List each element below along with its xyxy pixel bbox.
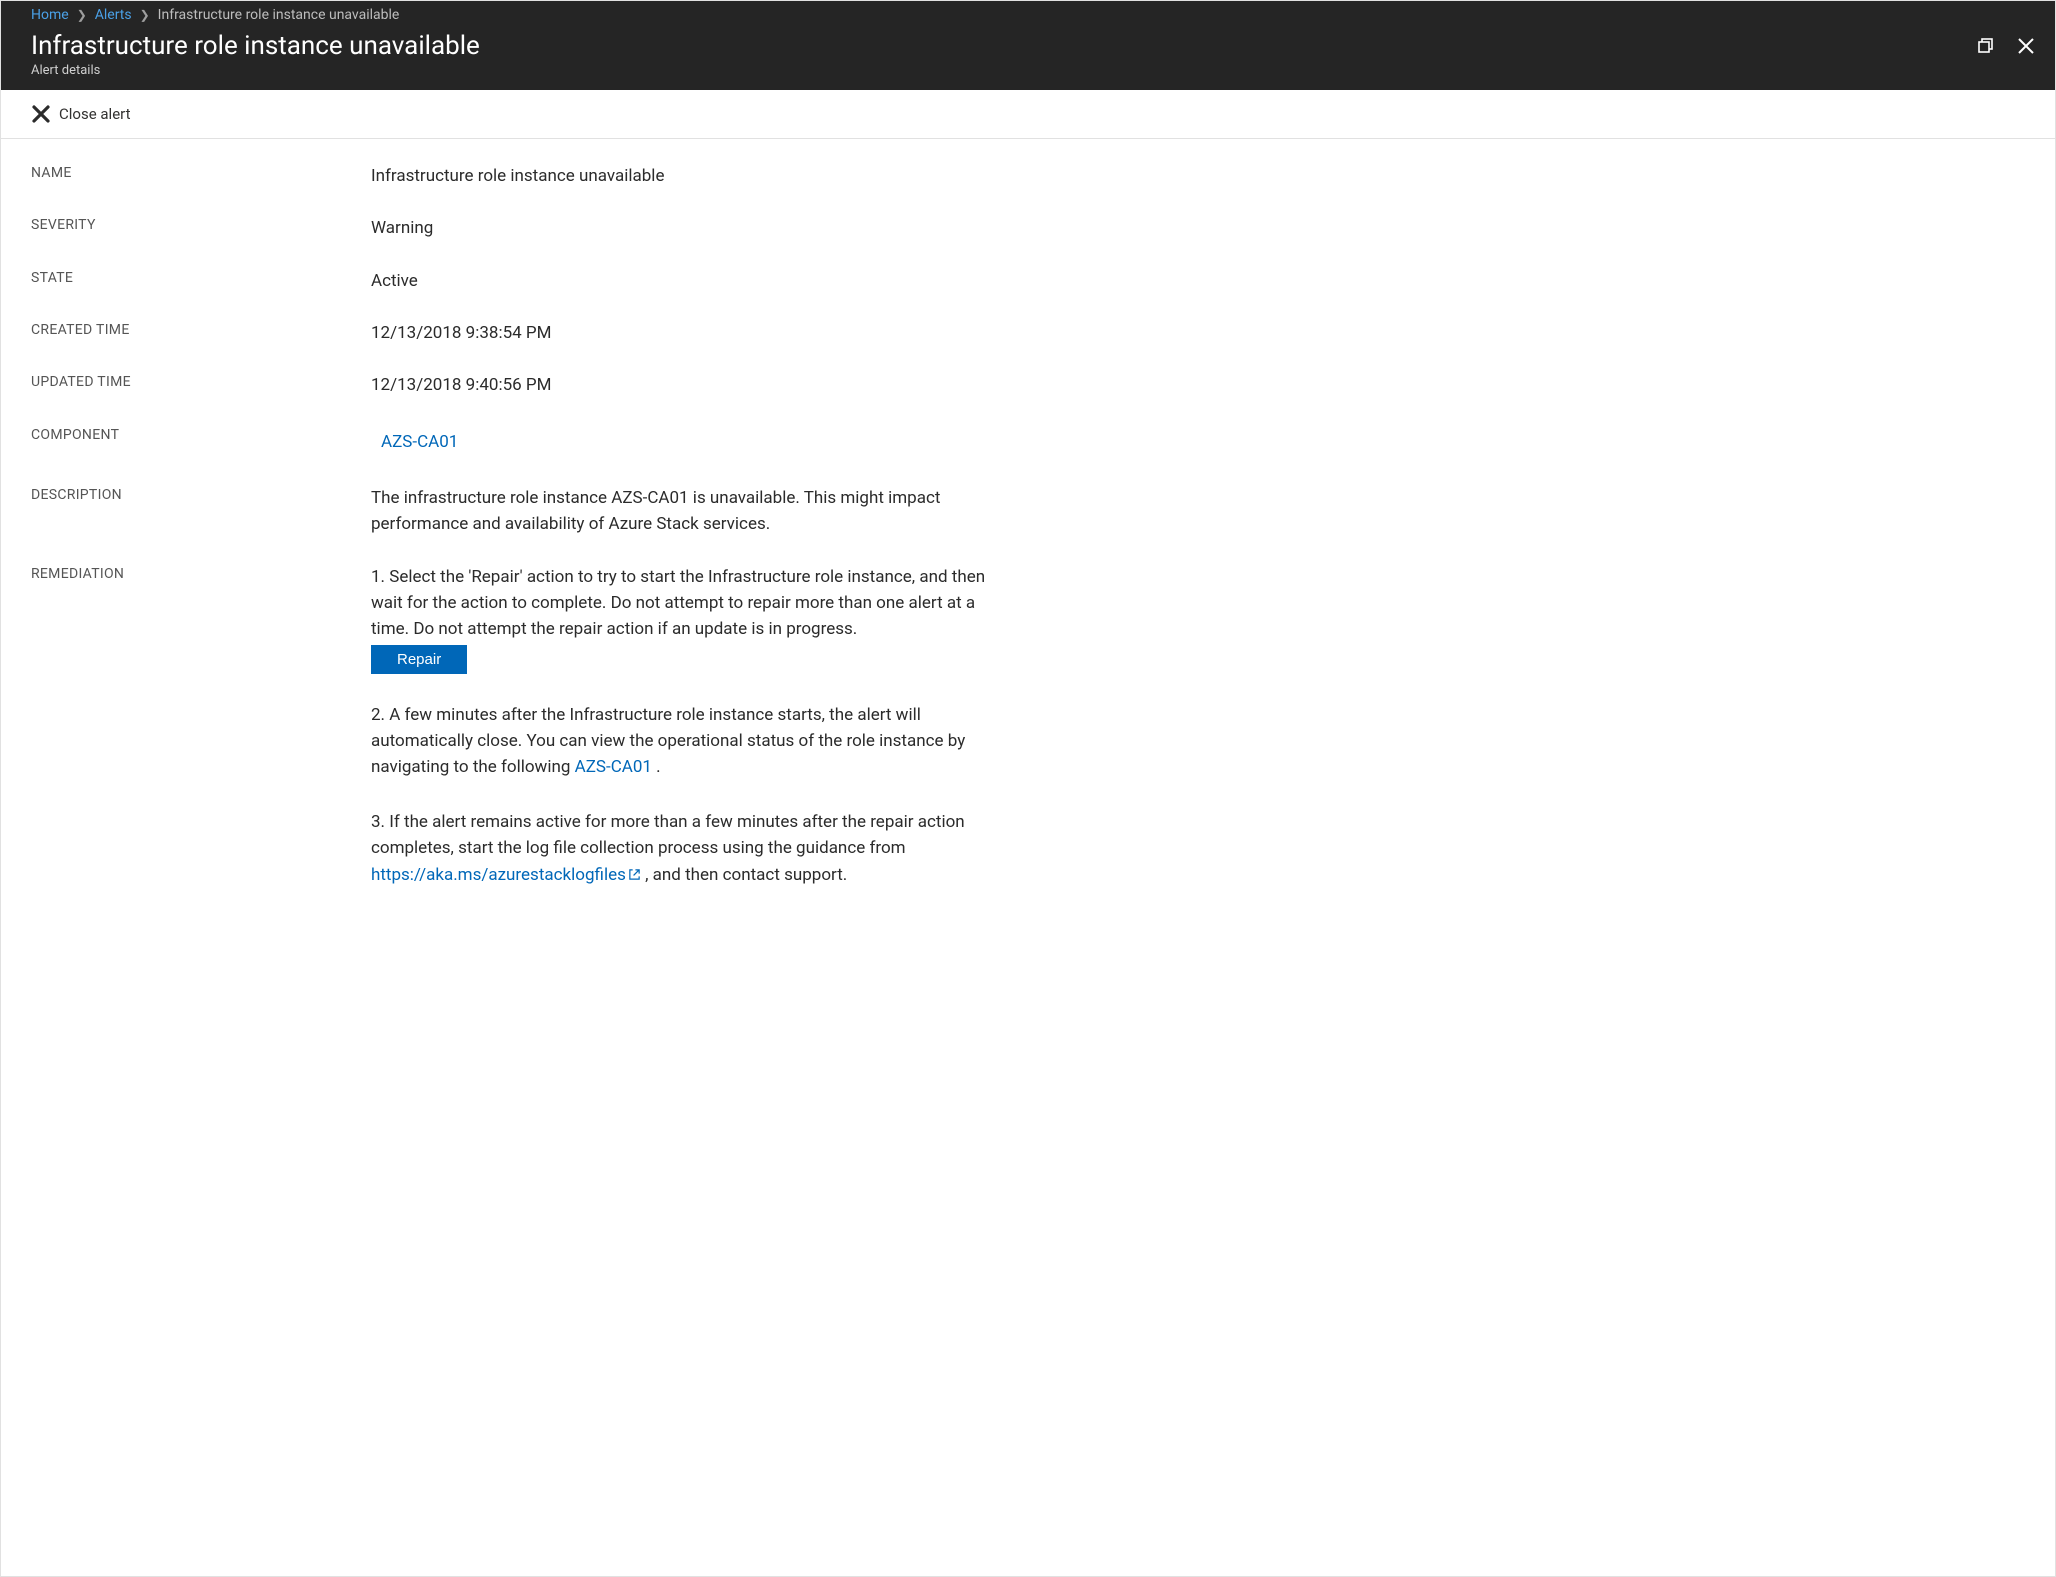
repair-button[interactable]: Repair	[371, 645, 467, 674]
component-link[interactable]: AZS-CA01	[371, 425, 468, 459]
remediation-step3-post: , and then contact support.	[641, 865, 847, 885]
chevron-right-icon: ❯	[140, 8, 150, 22]
content-area: NAME Infrastructure role instance unavai…	[1, 139, 2055, 983]
role-instance-link[interactable]: AZS-CA01	[575, 757, 652, 777]
close-icon[interactable]	[2017, 37, 2035, 55]
breadcrumb-current: Infrastructure role instance unavailable	[158, 7, 400, 23]
value-severity: Warning	[371, 215, 1011, 241]
close-alert-button[interactable]: Close alert	[31, 104, 131, 124]
breadcrumb-home[interactable]: Home	[31, 7, 69, 23]
value-created-time: 12/13/2018 9:38:54 PM	[371, 320, 1011, 346]
top-bar: Home ❯ Alerts ❯ Infrastructure role inst…	[1, 1, 2055, 90]
page-subtitle: Alert details	[31, 63, 480, 78]
logfiles-link[interactable]: https://aka.ms/azurestacklogfiles	[371, 865, 626, 885]
label-name: NAME	[31, 163, 371, 181]
label-severity: SEVERITY	[31, 215, 371, 233]
close-alert-icon	[31, 104, 51, 124]
close-alert-label: Close alert	[59, 105, 131, 123]
external-link-icon	[628, 863, 641, 889]
remediation-step2-post: .	[652, 757, 661, 777]
breadcrumb-alerts[interactable]: Alerts	[95, 7, 132, 23]
value-remediation: 1. Select the 'Repair' action to try to …	[371, 564, 1011, 917]
chevron-right-icon: ❯	[77, 8, 87, 22]
value-description: The infrastructure role instance AZS-CA0…	[371, 485, 1011, 538]
remediation-step3-pre: 3. If the alert remains active for more …	[371, 812, 965, 858]
label-created-time: CREATED TIME	[31, 320, 371, 338]
toolbar: Close alert	[1, 90, 2055, 139]
label-component: COMPONENT	[31, 425, 371, 443]
label-state: STATE	[31, 268, 371, 286]
remediation-step2-pre: 2. A few minutes after the Infrastructur…	[371, 705, 965, 778]
title-bar: Infrastructure role instance unavailable…	[1, 27, 2055, 90]
label-remediation: REMEDIATION	[31, 564, 371, 582]
restore-window-icon[interactable]	[1977, 37, 1995, 55]
breadcrumb: Home ❯ Alerts ❯ Infrastructure role inst…	[1, 1, 2055, 27]
remediation-step1-text: 1. Select the 'Repair' action to try to …	[371, 567, 985, 640]
value-state: Active	[371, 268, 1011, 294]
label-description: DESCRIPTION	[31, 485, 371, 503]
value-updated-time: 12/13/2018 9:40:56 PM	[371, 372, 1011, 398]
page-title: Infrastructure role instance unavailable	[31, 31, 480, 61]
value-name: Infrastructure role instance unavailable	[371, 163, 1011, 189]
label-updated-time: UPDATED TIME	[31, 372, 371, 390]
